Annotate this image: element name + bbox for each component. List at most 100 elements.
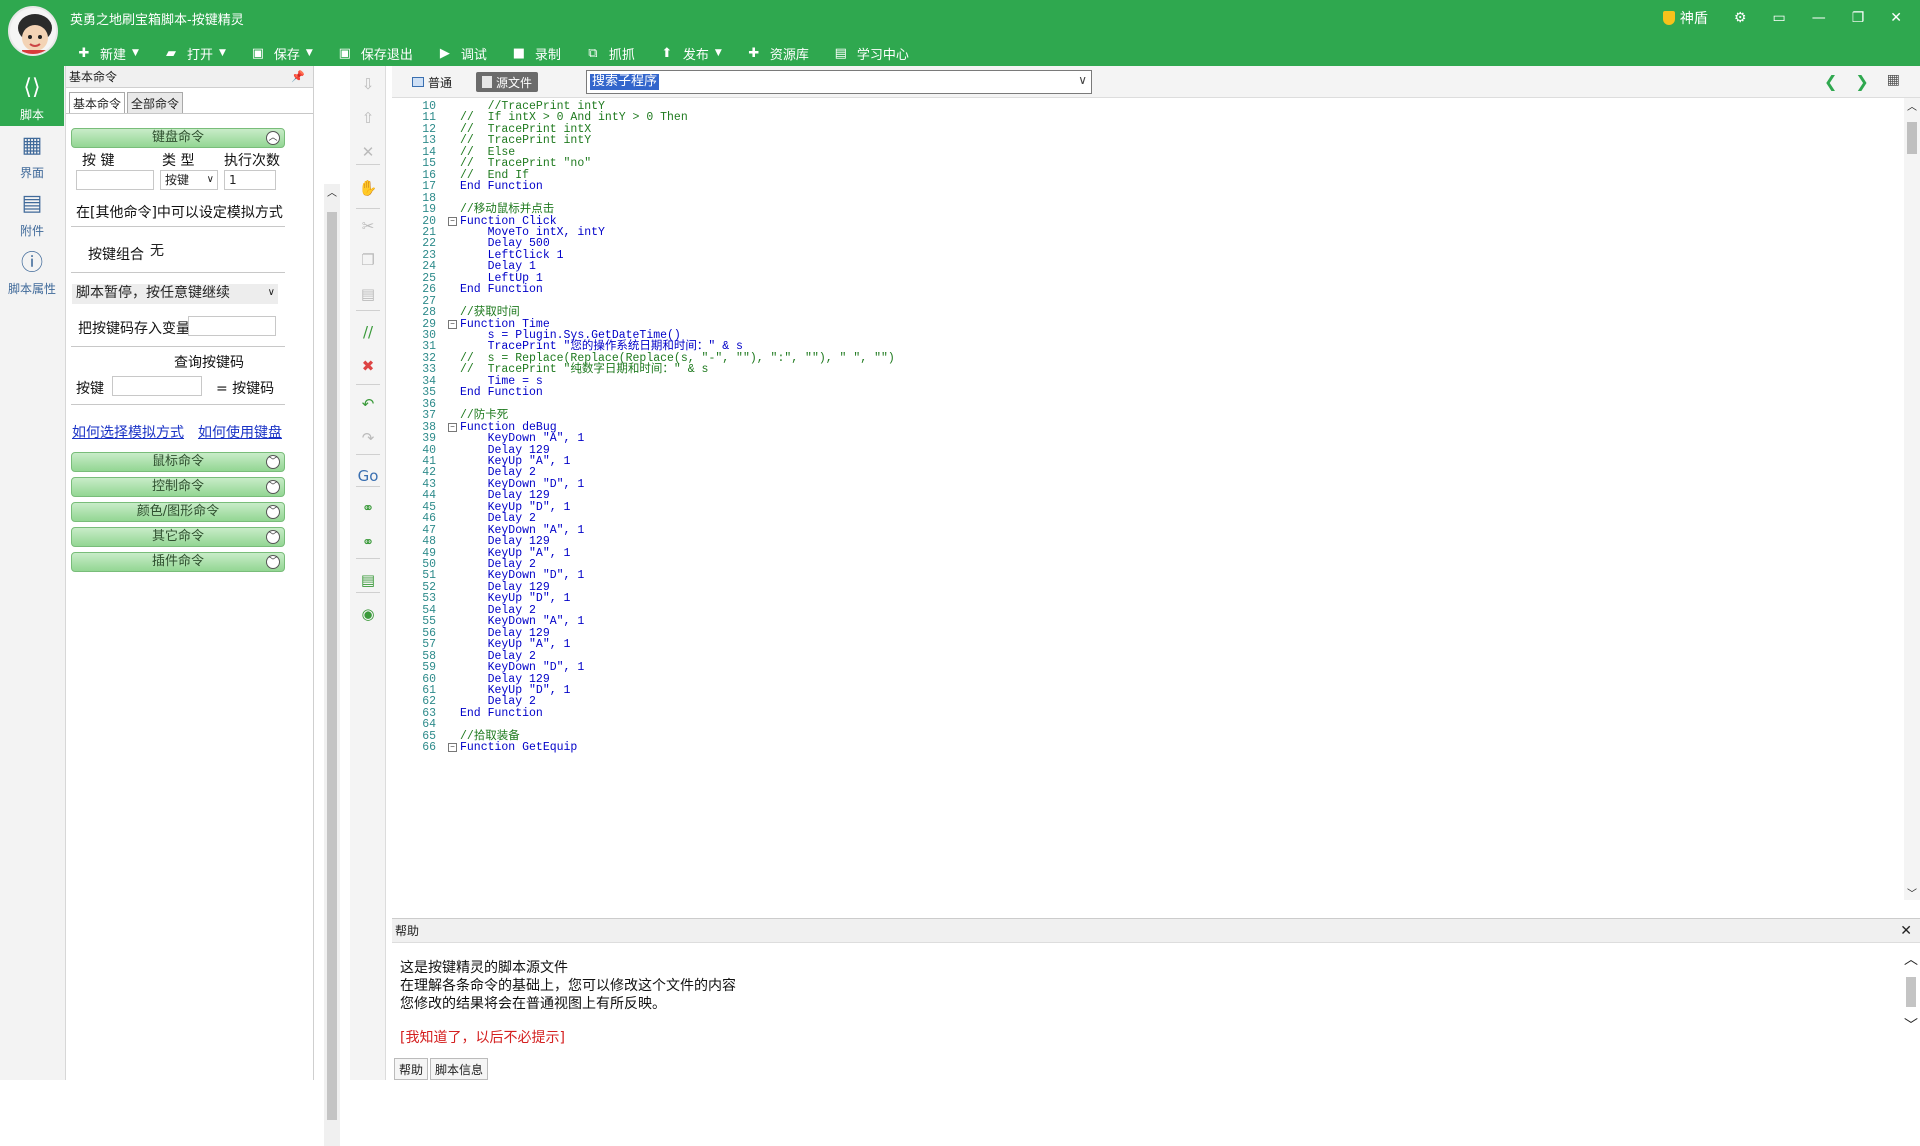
fold-toggle-icon[interactable]: − <box>448 216 457 226</box>
uncomment-icon[interactable]: ✖ <box>358 356 378 376</box>
toolbar-button-4[interactable]: ▶ 调试 <box>435 44 487 63</box>
source-file-icon <box>482 76 492 88</box>
find-icon[interactable]: ⚭ <box>358 498 378 518</box>
replace-icon[interactable]: ⚭ <box>358 532 378 552</box>
tab-script-info[interactable]: 脚本信息 <box>430 1058 489 1080</box>
maximize-button[interactable]: ❐ <box>1852 10 1865 26</box>
how-to-use-keyboard-link[interactable]: 如何使用键盘 <box>198 422 282 442</box>
snippet-icon[interactable]: ▤ <box>358 570 378 590</box>
undo-icon[interactable]: ↶ <box>358 394 378 414</box>
code-editor[interactable]: ❮ ❯ 10 //TracePrint intY11// If intX > 0… <box>392 98 1904 958</box>
code-line[interactable]: 66 − Function GetEquip <box>392 741 1792 755</box>
scroll-up-icon[interactable]: ︿ <box>1904 98 1920 113</box>
keyboard-section-header[interactable]: 键盘命令 ︿ <box>71 128 285 148</box>
divider <box>356 454 380 455</box>
chevron-down-icon: ∨ <box>267 287 275 298</box>
layout-icon[interactable]: ▦ <box>1887 72 1900 91</box>
toolbar-button-0[interactable]: ✚ 新建 ▼ <box>74 44 139 63</box>
expand-icon: ﹀ <box>266 480 280 494</box>
vscroll-thumb[interactable] <box>1907 122 1917 154</box>
toolbar-button-2[interactable]: ▣ 保存 ▼ <box>248 44 313 63</box>
toolbar-button-7[interactable]: ⬆ 发布 ▼ <box>657 44 722 63</box>
help-scroll-thumb[interactable] <box>1906 977 1916 1007</box>
toolbar-button-3[interactable]: ▣ 保存退出 <box>335 44 413 63</box>
shield-button[interactable]: 神盾 <box>1662 8 1708 28</box>
scroll-up-icon[interactable]: ︿ <box>1902 949 1920 969</box>
scroll-down-icon[interactable]: ﹀ <box>1902 1015 1920 1035</box>
dropdown-caret-icon[interactable]: ▼ <box>132 48 139 58</box>
nav-item-0[interactable]: ⟨⟩ 脚本 <box>0 66 64 126</box>
divider <box>356 592 380 593</box>
tab-normal-view[interactable]: 普通 <box>406 72 458 92</box>
type-select[interactable]: 按键 ∨ <box>160 170 218 190</box>
nav-item-1[interactable]: ▦ 界面 <box>0 124 64 184</box>
fold-toggle-icon[interactable]: − <box>448 422 457 432</box>
back-arrow-icon[interactable]: ❮ <box>1824 72 1837 91</box>
times-input[interactable]: 1 <box>224 170 276 190</box>
chevron-down-icon[interactable]: ∨ <box>1078 73 1087 87</box>
copy-icon[interactable]: ❐ <box>358 250 378 270</box>
arrow-down-icon[interactable]: ⇩ <box>358 74 378 94</box>
scroll-thumb[interactable] <box>327 212 337 1120</box>
panel-scrollbar[interactable]: ︿ <box>324 184 340 1146</box>
minimize-button[interactable]: — <box>1812 10 1826 26</box>
command-section-4[interactable]: 插件命令 ﹀ <box>71 552 285 572</box>
preview-icon[interactable]: ◉ <box>358 604 378 624</box>
how-to-select-sim-link[interactable]: 如何选择模拟方式 <box>72 422 184 442</box>
dropdown-caret-icon[interactable]: ▼ <box>219 48 226 58</box>
restore-layout-icon[interactable]: ▭ <box>1772 10 1785 26</box>
combo-label: 按键组合 <box>88 247 144 263</box>
close-button[interactable]: ✕ <box>1890 10 1902 26</box>
info-icon: ⓘ <box>20 251 43 276</box>
toolbar-button-6[interactable]: ⧉ 抓抓 <box>583 44 635 63</box>
fold-toggle-icon[interactable]: − <box>448 743 457 753</box>
forward-arrow-icon[interactable]: ❯ <box>1855 72 1868 91</box>
close-icon[interactable]: ✕ <box>1900 919 1912 943</box>
pin-icon[interactable]: 📌 <box>291 66 305 88</box>
vertical-scrollbar[interactable]: ︿ ﹀ <box>1904 98 1920 900</box>
dismiss-hint-link[interactable]: [我知道了，以后不必提示] <box>400 1029 736 1047</box>
nav-item-3[interactable]: ⓘ 脚本属性 <box>0 240 64 300</box>
comment-icon[interactable]: // <box>358 322 378 342</box>
collapse-icon: ︿ <box>266 131 280 145</box>
combo-value[interactable]: 无 <box>146 242 276 262</box>
scroll-down-icon[interactable]: ﹀ <box>1904 885 1920 900</box>
fold-toggle-icon[interactable]: − <box>448 319 457 329</box>
tab-all-commands[interactable]: 全部命令 <box>127 92 184 113</box>
store-variable-input[interactable] <box>188 316 276 336</box>
dropdown-caret-icon[interactable]: ▼ <box>715 48 722 58</box>
pause-option-select[interactable]: 脚本暂停，按任意键继续 ∨ <box>72 284 278 304</box>
tab-basic-commands[interactable]: 基本命令 <box>69 92 126 113</box>
toolbar-button-5[interactable]: ■ 录制 <box>509 44 561 63</box>
cut-icon[interactable]: ✂ <box>358 216 378 236</box>
settings-icon[interactable]: ⚙ <box>1734 10 1747 26</box>
toolbar-button-1[interactable]: ▰ 打开 ▼ <box>161 44 226 63</box>
delete-icon[interactable]: ✕ <box>358 142 378 162</box>
goto-icon[interactable]: Go <box>358 466 379 486</box>
save-exit-icon: ▣ <box>338 45 351 61</box>
avatar[interactable] <box>8 6 58 56</box>
tab-help[interactable]: 帮助 <box>394 1058 429 1080</box>
help-pane: 帮助 ✕ 这是按键精灵的脚本源文件 在理解各条命令的基础上，您可以修改这个文件的… <box>392 918 1920 1080</box>
toolbar-button-9[interactable]: ▤ 学习中心 <box>831 44 909 63</box>
query-key-input[interactable] <box>112 376 202 396</box>
dropdown-caret-icon[interactable]: ▼ <box>306 48 313 58</box>
ui-icon: ▦ <box>21 132 43 158</box>
redo-icon[interactable]: ↷ <box>358 428 378 448</box>
paste-icon[interactable]: ▤ <box>358 284 378 304</box>
key-input[interactable] <box>76 170 154 190</box>
toolbar-button-8[interactable]: ✚ 资源库 <box>744 44 808 63</box>
save-icon: ▣ <box>251 45 265 61</box>
command-section-2[interactable]: 颜色/图形命令 ﹀ <box>71 502 285 522</box>
command-section-3[interactable]: 其它命令 ﹀ <box>71 527 285 547</box>
hand-icon[interactable]: ✋ <box>358 178 378 198</box>
subroutine-search[interactable]: 搜索子程序 ∨ <box>586 70 1092 94</box>
arrow-up-icon[interactable]: ⇧ <box>358 108 378 128</box>
command-section-1[interactable]: 控制命令 ﹀ <box>71 477 285 497</box>
tab-source-view[interactable]: 源文件 <box>476 72 539 92</box>
capture-icon: ⧉ <box>588 45 598 61</box>
scroll-up-icon[interactable]: ︿ <box>324 184 340 199</box>
help-scrollbar[interactable]: ︿ ﹀ <box>1902 949 1920 1059</box>
command-section-0[interactable]: 鼠标命令 ﹀ <box>71 452 285 472</box>
nav-item-2[interactable]: ▤ 附件 <box>0 182 64 242</box>
